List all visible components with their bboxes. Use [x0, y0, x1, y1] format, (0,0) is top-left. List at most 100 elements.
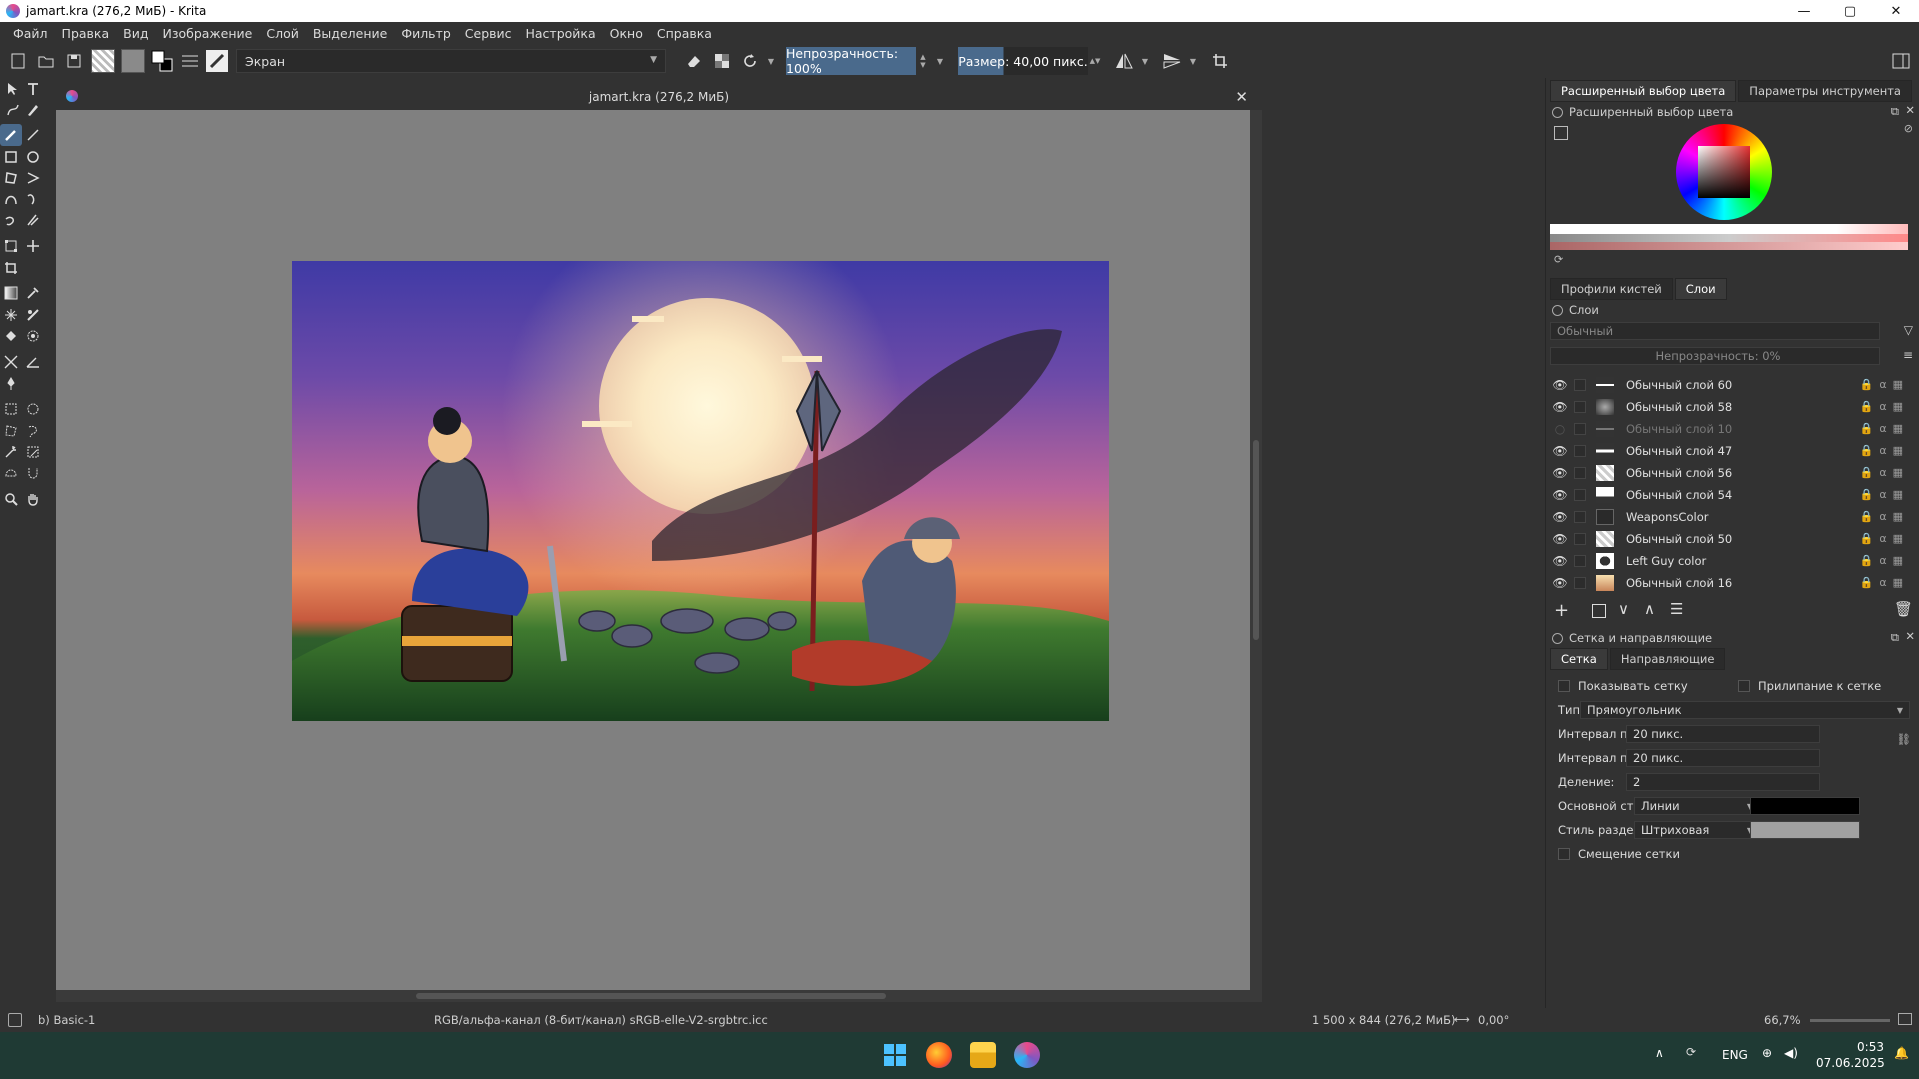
document-tab[interactable]: jamart.kra (276,2 МиБ) ✕ — [56, 84, 1262, 110]
layer-row[interactable]: ○ Обычный слой 10 🔒α▦ — [1546, 418, 1919, 440]
layer-status-icons[interactable]: 🔒α▦ — [1860, 488, 1909, 501]
eye-icon[interactable]: 👁 — [1552, 554, 1568, 568]
eye-icon[interactable]: 👁 — [1552, 576, 1568, 590]
layer-name[interactable]: Обычный слой 50 — [1626, 532, 1732, 546]
polygon-tool-icon[interactable] — [0, 167, 22, 189]
rect-select-icon[interactable] — [0, 398, 22, 420]
crop-tool-icon[interactable] — [0, 257, 22, 279]
div-color-swatch[interactable] — [1750, 821, 1860, 839]
layer-row[interactable]: 👁 Обычный слой 50 🔒α▦ — [1546, 528, 1919, 550]
tab-brush-presets[interactable]: Профили кистей — [1550, 278, 1673, 300]
wrap-around-icon[interactable] — [1206, 48, 1234, 74]
layer-row[interactable]: 👁 Обычный слой 54 🔒α▦ — [1546, 484, 1919, 506]
menu-layer[interactable]: Слой — [259, 26, 306, 41]
layer-row[interactable]: 👁 Обычный слой 60 🔒α▦ — [1546, 374, 1919, 396]
eye-icon[interactable]: 👁 — [1552, 444, 1568, 458]
red-bar[interactable] — [1550, 242, 1908, 250]
rotation-value[interactable]: 0,00° — [1478, 1013, 1509, 1027]
layer-status-icons[interactable]: 🔒α▦ — [1860, 554, 1909, 567]
reset-color-icon[interactable]: ⊘ — [1904, 122, 1913, 135]
polygon-select-icon[interactable] — [0, 420, 22, 442]
link-spacing-icon[interactable]: ⛓ — [1896, 732, 1911, 746]
add-layer-icon[interactable]: + — [1554, 600, 1569, 621]
sync-icon[interactable]: ⟳ — [1686, 1045, 1696, 1059]
tab-tool-options[interactable]: Параметры инструмента — [1738, 80, 1912, 102]
smart-patch-icon[interactable] — [0, 304, 22, 326]
opacity-slider[interactable]: Непрозрачность: 100% — [786, 46, 916, 76]
close-dock-icon[interactable]: ✕ — [1905, 629, 1915, 643]
layer-row[interactable]: 👁 WeaponsColor 🔒α▦ — [1546, 506, 1919, 528]
layer-status-icons[interactable]: 🔒α▦ — [1860, 510, 1909, 523]
clock-time[interactable]: 0:53 — [1836, 1040, 1884, 1054]
layer-status-icons[interactable]: 🔒α▦ — [1860, 400, 1909, 413]
magnetic-select-icon[interactable] — [22, 462, 44, 484]
image-dimensions[interactable]: 1 500 x 844 (276,2 МиБ) — [1312, 1013, 1455, 1027]
layer-properties-icon[interactable]: ☰ — [1670, 600, 1683, 618]
freehand-path-icon[interactable] — [22, 188, 44, 210]
layer-name[interactable]: Обычный слой 47 — [1626, 444, 1732, 458]
canvas-area[interactable] — [56, 110, 1250, 990]
eraser-icon[interactable] — [680, 48, 708, 74]
menu-filter[interactable]: Фильтр — [394, 26, 457, 41]
notification-icon[interactable]: 🔔 — [1894, 1046, 1909, 1060]
layer-row[interactable]: 👁 Обычный слой 56 🔒α▦ — [1546, 462, 1919, 484]
line-tool-icon[interactable] — [22, 124, 44, 146]
float-dock-icon[interactable]: ⧉ — [1891, 630, 1899, 645]
grid-x-input[interactable]: 20 пикс. — [1626, 725, 1820, 743]
calligraphy-icon[interactable] — [22, 99, 44, 121]
assistant-tool-icon[interactable] — [0, 351, 22, 373]
zoom-value[interactable]: 66,7% — [1764, 1013, 1801, 1027]
layer-status-icons[interactable]: 🔒α▦ — [1860, 466, 1909, 479]
mirror-horizontal-icon[interactable] — [1110, 48, 1138, 74]
save-icon[interactable] — [60, 48, 88, 74]
file-explorer-icon[interactable] — [970, 1042, 996, 1068]
layer-opacity-slider[interactable]: Непрозрачность: 0% — [1550, 347, 1880, 365]
saturation-value-square[interactable] — [1698, 146, 1750, 198]
brush-settings-icon[interactable] — [176, 48, 204, 74]
brush-preset-icon[interactable] — [206, 50, 228, 72]
menu-view[interactable]: Вид — [116, 26, 155, 41]
menu-image[interactable]: Изображение — [155, 26, 259, 41]
layer-checkbox[interactable] — [1574, 533, 1586, 545]
layer-name[interactable]: Обычный слой 56 — [1626, 466, 1732, 480]
multibrush-icon[interactable] — [22, 209, 44, 231]
colorize-mask-icon[interactable] — [22, 304, 44, 326]
artwork-image[interactable] — [292, 261, 1109, 721]
delete-layer-icon[interactable]: 🗑 — [1894, 600, 1913, 618]
clock-date[interactable]: 07.06.2025 — [1816, 1056, 1885, 1070]
refresh-icon[interactable]: ⟳ — [1554, 253, 1563, 266]
zoom-tool-icon[interactable] — [0, 488, 22, 510]
move-layer-down-icon[interactable]: ∨ — [1618, 600, 1629, 618]
layer-checkbox[interactable] — [1574, 423, 1586, 435]
layer-name[interactable]: Left Guy color — [1626, 554, 1706, 568]
text-tool-icon[interactable] — [22, 78, 44, 100]
tab-grid[interactable]: Сетка — [1550, 648, 1608, 670]
layer-name[interactable]: Обычный слой 60 — [1626, 378, 1732, 392]
alpha-lock-icon[interactable] — [708, 48, 736, 74]
layer-checkbox[interactable] — [1574, 467, 1586, 479]
input-language[interactable]: ENG — [1722, 1048, 1748, 1062]
contiguous-select-icon[interactable] — [0, 441, 22, 463]
lock-icon[interactable] — [1552, 106, 1563, 118]
tab-layers[interactable]: Слои — [1674, 278, 1727, 300]
layer-row[interactable]: 👁 Обычный слой 58 🔒α▦ — [1546, 396, 1919, 418]
reload-dropdown-icon[interactable]: ▼ — [764, 48, 778, 74]
reference-tool-icon[interactable] — [0, 373, 22, 395]
close-document-icon[interactable]: ✕ — [1235, 88, 1248, 106]
color-settings-icon[interactable] — [1554, 126, 1568, 140]
select-shapes-icon[interactable] — [2, 78, 24, 100]
snap-grid-checkbox[interactable] — [1738, 680, 1750, 692]
layer-menu-icon[interactable]: ≡ — [1903, 348, 1913, 362]
layer-status-icons[interactable]: 🔒α▦ — [1860, 378, 1909, 391]
maximize-button[interactable]: ▢ — [1827, 0, 1873, 22]
duplicate-layer-icon[interactable] — [1592, 604, 1606, 618]
layer-name[interactable]: Обычный слой 54 — [1626, 488, 1732, 502]
layer-checkbox[interactable] — [1574, 489, 1586, 501]
enclose-fill-icon[interactable] — [22, 325, 44, 347]
freehand-select-icon[interactable] — [22, 420, 44, 442]
pattern-swatch[interactable] — [121, 49, 145, 73]
menu-window[interactable]: Окно — [603, 26, 650, 41]
layer-checkbox[interactable] — [1574, 445, 1586, 457]
open-folder-icon[interactable] — [32, 48, 60, 74]
layer-name[interactable]: WeaponsColor — [1626, 510, 1708, 524]
